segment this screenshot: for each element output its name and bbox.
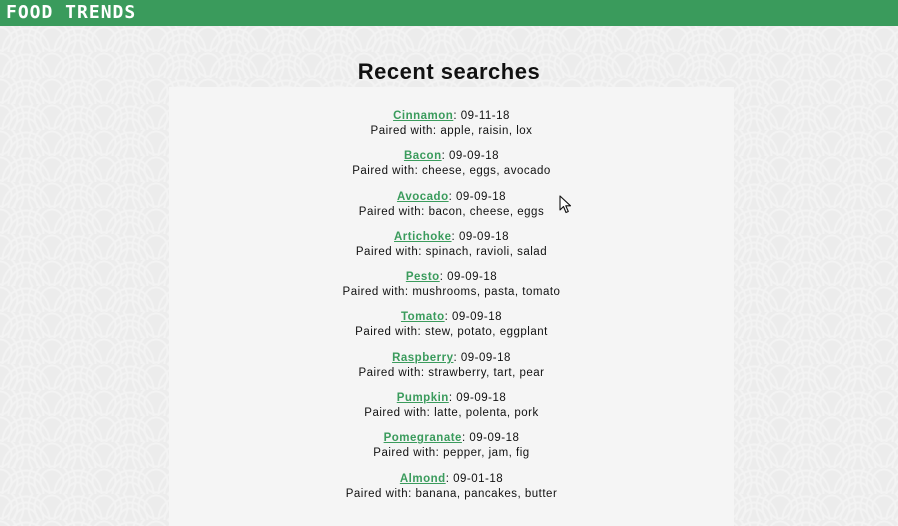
brand-logo[interactable]: FOOD TRENDS — [6, 2, 136, 24]
search-date: 09-09-18 — [455, 190, 507, 203]
food-link[interactable]: Avocado — [397, 191, 449, 203]
search-date: 09-09-18 — [456, 392, 507, 405]
pairings-text: mushrooms, pasta, tomato — [412, 286, 561, 299]
pairings-line: Paired with: stew, potato, eggplant — [169, 325, 734, 340]
paired-with-label: Paired with: — [342, 286, 413, 299]
pairings-text: spinach, ravioli, salad — [425, 245, 548, 258]
pairings-text: bacon, cheese, eggs — [428, 205, 545, 218]
pairings-text: banana, pancakes, butter — [415, 487, 558, 500]
search-item: Pumpkin: 09-09-18 Paired with: latte, pol… — [169, 391, 734, 431]
search-item: Bacon: 09-09-18 Paired with: cheese, eggs… — [169, 149, 734, 189]
paired-with-label: Paired with: — [358, 205, 429, 218]
food-link[interactable]: Artichoke — [394, 231, 452, 243]
search-heading: Pumpkin: 09-09-18 — [396, 392, 507, 405]
pairings-line: Paired with: spinach, ravioli, salad — [169, 245, 734, 260]
pairings-text: apple, raisin, lox — [440, 125, 533, 137]
search-date: 09-09-18 — [449, 150, 500, 163]
mouse-pointer-icon — [559, 195, 572, 214]
paired-with-label: Paired with: — [355, 245, 426, 258]
search-item: Artichoke: 09-09-18 Paired with: spinach,… — [169, 230, 734, 270]
search-date: 09-09-18 — [447, 271, 498, 284]
pairings-line: Paired with: apple, raisin, lox — [169, 124, 734, 139]
search-date: 09-09-18 — [452, 311, 503, 324]
food-link[interactable]: Pomegranate — [384, 432, 462, 444]
search-heading: Bacon: 09-09-18 — [403, 150, 500, 163]
pairings-text: cheese, eggs, avocado — [422, 165, 551, 178]
search-item: Raspberry: 09-09-18 Paired with: strawber… — [169, 351, 734, 391]
pairings-text: latte, polenta, pork — [434, 407, 539, 420]
search-heading: Cinnamon: 09-11-18 — [393, 110, 510, 122]
food-link[interactable]: Pesto — [406, 271, 440, 283]
pairings-line: Paired with: mushrooms, pasta, tomato — [169, 285, 734, 300]
pairings-line: Paired with: latte, polenta, pork — [169, 406, 734, 421]
food-link[interactable]: Raspberry — [392, 352, 453, 364]
recent-searches-panel: Cinnamon: 09-11-18 Paired with: apple, ra… — [169, 87, 734, 526]
pairings-text: strawberry, tart, pear — [428, 366, 545, 379]
header-bar: FOOD TRENDS — [0, 0, 898, 26]
paired-with-label: Paired with: — [364, 407, 435, 420]
search-date: 09-09-18 — [469, 432, 520, 445]
search-item: Almond: 09-01-18 Paired with: banana, pan… — [169, 472, 734, 512]
paired-with-label: Paired with: — [358, 366, 429, 379]
paired-with-label: Paired with: — [352, 165, 422, 178]
food-link[interactable]: Almond — [400, 473, 446, 485]
pairings-line: Paired with: pepper, jam, fig — [169, 446, 734, 461]
search-heading: Tomato: 09-09-18 — [400, 311, 503, 324]
search-item: Pesto: 09-09-18 Paired with: mushrooms, p… — [169, 270, 734, 310]
food-link[interactable]: Bacon — [404, 150, 442, 162]
food-link[interactable]: Tomato — [401, 311, 445, 323]
search-heading: Pesto: 09-09-18 — [405, 271, 498, 284]
search-heading: Pomegranate: 09-09-18 — [383, 432, 520, 445]
pairings-line: Paired with: bacon, cheese, eggs — [169, 205, 734, 220]
search-item: Pomegranate: 09-09-18 Paired with: pepper… — [169, 431, 734, 471]
search-item: Cinnamon: 09-11-18 Paired with: apple, ra… — [169, 109, 734, 149]
search-heading: Avocado: 09-09-18 — [396, 190, 507, 203]
search-heading: Raspberry: 09-09-18 — [392, 351, 511, 364]
search-date: 09-09-18 — [460, 351, 511, 364]
search-item: Avocado: 09-09-18 Paired with: bacon, che… — [169, 190, 734, 230]
search-item: Tomato: 09-09-18 Paired with: stew, potat… — [169, 310, 734, 350]
paired-with-label: Paired with: — [370, 125, 441, 137]
search-date: 09-09-18 — [458, 230, 509, 243]
search-heading: Artichoke: 09-09-18 — [394, 230, 509, 243]
paired-with-label: Paired with: — [345, 487, 416, 500]
paired-with-label: Paired with: — [355, 326, 425, 339]
search-date: 09-01-18 — [453, 472, 504, 485]
page-title: Recent searches — [357, 58, 541, 84]
food-link[interactable]: Cinnamon — [393, 110, 453, 122]
pairings-text: stew, potato, eggplant — [424, 326, 548, 339]
search-date: 09-11-18 — [460, 110, 510, 122]
food-link[interactable]: Pumpkin — [397, 392, 449, 404]
pairings-text: pepper, jam, fig — [443, 447, 530, 460]
search-heading: Almond: 09-01-18 — [399, 472, 504, 485]
pairings-line: Paired with: strawberry, tart, pear — [169, 366, 734, 381]
recent-searches-list: Cinnamon: 09-11-18 Paired with: apple, ra… — [169, 109, 734, 512]
pairings-line: Paired with: cheese, eggs, avocado — [169, 164, 734, 179]
paired-with-label: Paired with: — [373, 447, 444, 460]
pairings-line: Paired with: banana, pancakes, butter — [169, 487, 734, 502]
